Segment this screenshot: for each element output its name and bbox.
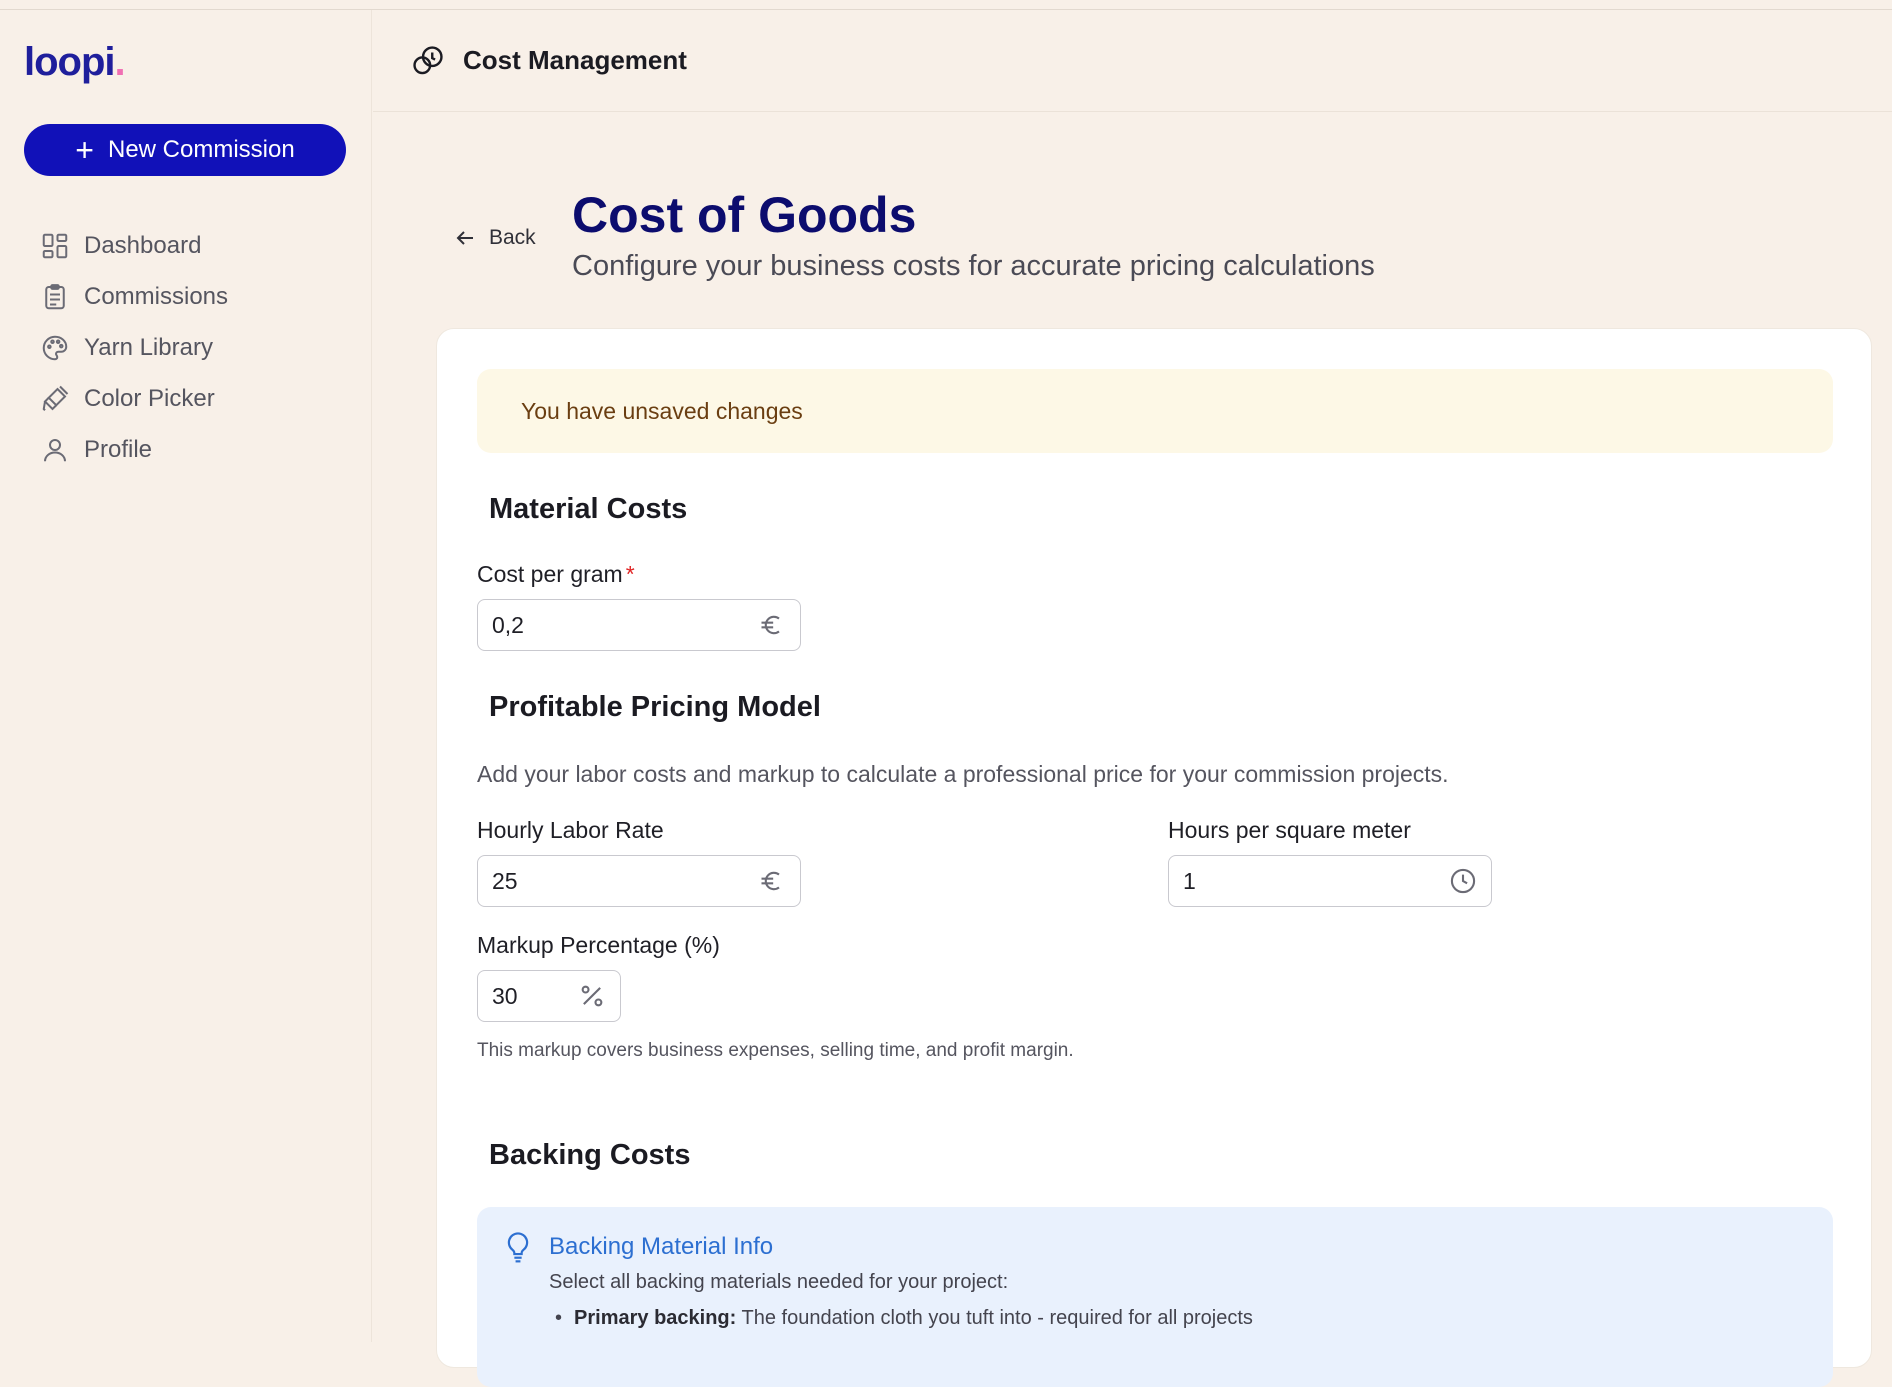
hours-per-sqm-input[interactable] xyxy=(1183,867,1449,895)
required-mark: * xyxy=(625,561,635,587)
header-title: Cost Management xyxy=(463,45,687,75)
cost-per-gram-label: Cost per gram * xyxy=(477,561,635,588)
coins-icon xyxy=(413,45,443,74)
unsaved-changes-alert: You have unsaved changes xyxy=(477,369,1833,453)
backing-costs-title: Backing Costs xyxy=(489,1139,691,1171)
sidebar-item-color-picker[interactable]: Color Picker xyxy=(40,373,340,424)
top-header: Cost Management xyxy=(373,10,1892,112)
logo-text: loopi xyxy=(24,40,116,84)
sidebar-nav: Dashboard Commissions Yarn Library Color… xyxy=(40,220,340,475)
markup-label: Markup Percentage (%) xyxy=(477,932,720,958)
page-subtitle: Configure your business costs for accura… xyxy=(572,250,1375,282)
markup-field[interactable] xyxy=(477,970,621,1022)
logo-dot: . xyxy=(114,40,126,84)
hourly-rate-input[interactable] xyxy=(492,867,758,895)
bullet-icon: • xyxy=(555,1307,563,1329)
backing-info-text: Select all backing materials needed for … xyxy=(549,1271,1009,1293)
hourly-rate-label: Hourly Labor Rate xyxy=(477,817,664,843)
sidebar: loopi. + New Commission Dashboard Commis… xyxy=(0,10,372,1342)
new-commission-button[interactable]: + New Commission xyxy=(24,124,346,176)
back-link[interactable]: Back xyxy=(453,226,536,250)
sidebar-item-label: Color Picker xyxy=(84,384,215,412)
cost-per-gram-field[interactable] xyxy=(477,599,801,651)
pricing-model-description: Add your labor costs and markup to calcu… xyxy=(477,761,1449,787)
backing-info-box: Backing Material Info Select all backing… xyxy=(477,1207,1833,1387)
markup-help-text: This markup covers business expenses, se… xyxy=(477,1040,1074,1061)
lightbulb-icon xyxy=(507,1232,529,1263)
backing-info-title: Backing Material Info xyxy=(549,1233,774,1260)
sidebar-item-commissions[interactable]: Commissions xyxy=(40,271,340,322)
bullet-content: Primary backing: The foundation cloth yo… xyxy=(574,1307,1253,1330)
brush-icon xyxy=(42,385,69,411)
hours-per-sqm-label: Hours per square meter xyxy=(1168,817,1411,843)
palette-icon xyxy=(42,335,68,360)
hours-per-sqm-field[interactable] xyxy=(1168,855,1492,907)
markup-input[interactable] xyxy=(492,982,578,1010)
arrow-left-icon xyxy=(456,231,473,245)
sidebar-item-profile[interactable]: Profile xyxy=(40,424,340,475)
clipboard-icon xyxy=(45,283,65,309)
dashboard-icon xyxy=(42,233,68,258)
cost-per-gram-input[interactable] xyxy=(492,611,758,639)
sidebar-item-label: Dashboard xyxy=(84,231,202,259)
alert-text: You have unsaved changes xyxy=(521,397,803,424)
sidebar-item-label: Commissions xyxy=(84,282,229,310)
sidebar-item-label: Profile xyxy=(84,435,153,463)
material-costs-title: Material Costs xyxy=(489,493,688,525)
percent-icon xyxy=(581,985,603,1007)
bullet-text: The foundation cloth you tuft into - req… xyxy=(741,1307,1253,1329)
logo[interactable]: loopi. xyxy=(24,40,126,85)
cost-per-gram-label-text: Cost per gram xyxy=(477,561,623,587)
pricing-model-title: Profitable Pricing Model xyxy=(489,691,821,723)
sidebar-item-yarn-library[interactable]: Yarn Library xyxy=(40,322,340,373)
cost-settings-card: You have unsaved changes Material Costs … xyxy=(436,328,1872,1387)
user-icon xyxy=(44,438,66,461)
page-title: Cost of Goods xyxy=(572,187,917,243)
euro-icon xyxy=(761,871,780,891)
euro-icon xyxy=(761,615,780,635)
clock-icon xyxy=(1450,868,1476,894)
sidebar-item-dashboard[interactable]: Dashboard xyxy=(40,220,340,271)
window-top-border xyxy=(0,0,1892,10)
bullet-bold-text: Primary backing: xyxy=(574,1307,737,1329)
new-commission-label: New Commission xyxy=(107,136,295,163)
hourly-rate-field[interactable] xyxy=(477,855,801,907)
back-label: Back xyxy=(489,226,536,249)
plus-icon: + xyxy=(75,132,94,168)
sidebar-item-label: Yarn Library xyxy=(84,333,213,361)
list-item: • Primary backing: The foundation cloth … xyxy=(555,1307,1253,1330)
